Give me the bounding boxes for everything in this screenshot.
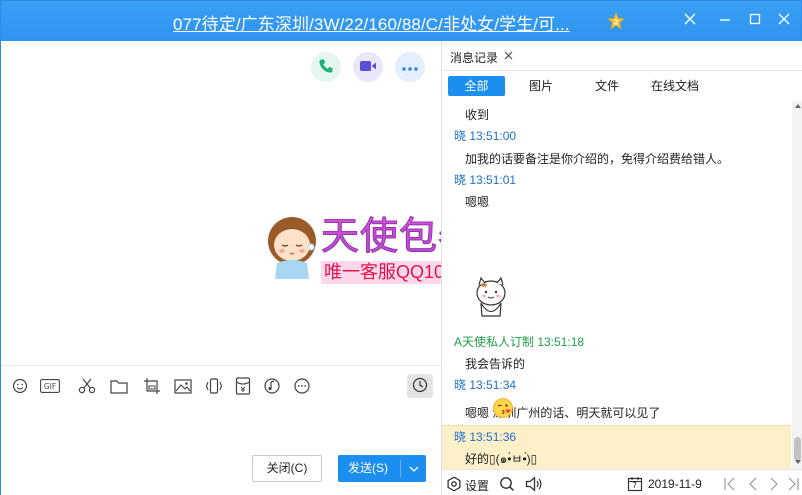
tab-divider xyxy=(442,70,802,71)
message-list: 收到 晓 13:51:00 加我的话要备注是你介绍的，免得介绍费给错人。 晓 1… xyxy=(442,101,792,469)
svg-text:GIF: GIF xyxy=(44,382,56,391)
shake-icon[interactable] xyxy=(203,375,225,397)
scroll-up-icon[interactable] xyxy=(792,101,802,113)
more-icon xyxy=(402,60,418,74)
message-body: 收到 xyxy=(465,108,490,122)
folder-icon[interactable] xyxy=(108,375,130,397)
first-page-icon[interactable] xyxy=(721,475,739,493)
send-button[interactable]: 发送(S) xyxy=(338,455,426,482)
maximize-icon[interactable] xyxy=(746,11,764,29)
tab-message-history-label: 消息记录 xyxy=(450,51,499,65)
calendar-day: 7 xyxy=(632,481,638,490)
search-icon[interactable] xyxy=(498,475,516,493)
more-options-button[interactable] xyxy=(395,52,425,82)
settings-icon[interactable] xyxy=(445,475,463,493)
image-icon[interactable] xyxy=(172,375,194,397)
pin-icon[interactable] xyxy=(681,11,699,29)
history-scrollbar[interactable] xyxy=(792,101,802,469)
cartoon-girl-icon xyxy=(263,207,321,286)
red-packet-icon[interactable] xyxy=(232,375,254,397)
music-icon[interactable] xyxy=(261,375,283,397)
emoji-icon[interactable] xyxy=(9,375,31,397)
close-button[interactable]: 关闭(C) xyxy=(252,455,322,482)
cat-sticker-icon xyxy=(472,276,510,323)
phone-icon xyxy=(318,58,334,77)
screenshot-icon[interactable] xyxy=(141,375,163,397)
toolbar-divider xyxy=(1,365,441,366)
message-body: 嗯嗯 xyxy=(465,195,490,209)
message-sender[interactable]: A天使私人订制 13:51:18 xyxy=(442,333,782,350)
kiss-emoji-icon xyxy=(492,397,514,422)
tab-message-history[interactable]: 消息记录 xyxy=(442,41,522,70)
calendar-icon[interactable]: 7 xyxy=(626,475,644,493)
filter-images[interactable]: 图片 xyxy=(518,76,564,96)
filter-files[interactable]: 文件 xyxy=(584,76,630,96)
svg-text:2: 2 xyxy=(614,19,619,27)
message-history-button[interactable] xyxy=(407,374,433,398)
speaker-icon[interactable] xyxy=(525,475,543,493)
video-call-button[interactable] xyxy=(353,52,383,82)
minimize-icon[interactable] xyxy=(716,11,734,29)
message-sender[interactable]: 晓 13:51:34 xyxy=(442,376,782,393)
message-history-panel: 消息记录 全部 图片 文件 在线文档 收到 晓 13:51:00 加我的话要备注… xyxy=(441,41,802,495)
title-bar: 077待定/广东深圳/3W/22/160/88/C/非处女/学生/可... 2 xyxy=(1,1,801,41)
filter-all[interactable]: 全部 xyxy=(448,76,505,96)
voice-call-button[interactable] xyxy=(311,52,341,82)
chevron-down-icon[interactable] xyxy=(401,455,426,482)
close-icon[interactable] xyxy=(775,11,793,29)
window-title[interactable]: 077待定/广东深圳/3W/22/160/88/C/非处女/学生/可... xyxy=(173,10,570,35)
video-icon xyxy=(359,59,377,76)
gif-icon[interactable]: GIF xyxy=(39,375,61,397)
send-button-label: 发送(S) xyxy=(348,461,388,475)
last-page-icon[interactable] xyxy=(784,475,802,493)
next-page-icon[interactable] xyxy=(765,475,783,493)
history-bottom-bar: 设置 7 2019-11-9 xyxy=(442,469,802,495)
chat-window: 077待定/广东深圳/3W/22/160/88/C/非处女/学生/可... 2 xyxy=(0,0,802,495)
more-tools-icon[interactable] xyxy=(291,375,313,397)
filter-online-docs[interactable]: 在线文档 xyxy=(640,76,710,96)
settings-label[interactable]: 设置 xyxy=(465,477,489,494)
message-body: 加我的话要备注是你介绍的，免得介绍费给错人。 xyxy=(465,152,730,166)
scissors-icon[interactable] xyxy=(76,375,98,397)
clock-icon xyxy=(412,377,428,396)
message-sender[interactable]: 晓 13:51:00 xyxy=(442,127,782,144)
prev-page-icon[interactable] xyxy=(744,475,762,493)
message-sender[interactable]: 晓 13:51:36 xyxy=(442,428,782,445)
message-body: 好的▯(๑•̀ㅂ•́)▯ xyxy=(465,452,538,466)
close-tab-icon[interactable] xyxy=(504,47,513,63)
scroll-down-icon[interactable] xyxy=(792,457,802,469)
chat-area: 天使包养网 唯一客服QQ1004032002 GIF 关闭(C) 发送(S) xyxy=(1,41,528,495)
vip-star-icon: 2 xyxy=(606,11,626,30)
message-body: 我会告诉的 xyxy=(465,357,526,371)
message-sender[interactable]: 晓 13:51:01 xyxy=(442,171,782,188)
history-date[interactable]: 2019-11-9 xyxy=(648,477,702,491)
